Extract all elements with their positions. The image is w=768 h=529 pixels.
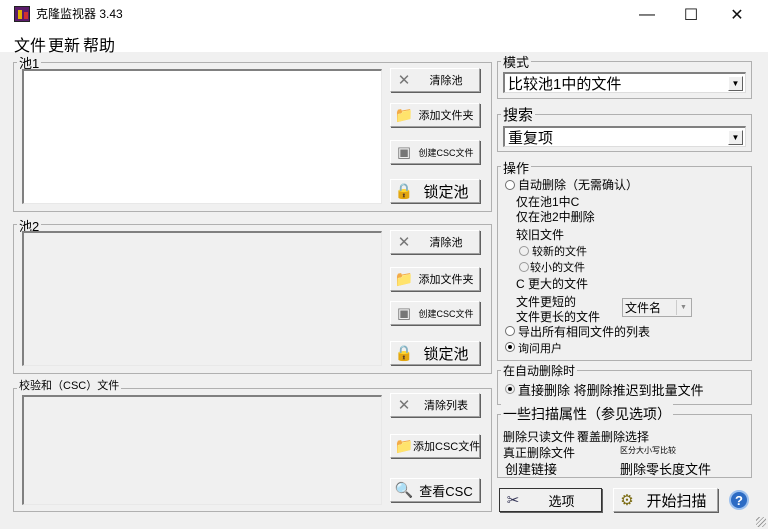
folder-icon: 📁	[394, 271, 414, 288]
pool2-add-folder-button[interactable]: 📁 添加文件夹	[390, 267, 480, 291]
only-delete-in-pool2-label: 仅在池2中删除	[516, 210, 595, 224]
lock-icon: 🔒	[394, 345, 414, 362]
add-csc-label: 添加CSC文件	[413, 441, 481, 453]
clear-icon: ✕	[397, 72, 411, 89]
pool2-lock-button[interactable]: 🔒 锁定池	[390, 341, 480, 365]
mode-label: 模式	[501, 52, 532, 71]
magnifier-icon: 🔍	[394, 482, 414, 499]
search-label: 搜索	[501, 104, 536, 125]
folder-icon: 📁	[394, 107, 414, 124]
operation-label: 操作	[501, 158, 532, 177]
search-select[interactable]: 重复项 ▼	[503, 126, 746, 147]
auto-delete-label: 自动删除（无需确认）	[518, 178, 639, 192]
direct-delete-radio[interactable]	[505, 384, 515, 394]
checksum-label: 校验和（CSC）文件	[17, 377, 122, 393]
create-links-label: 创建链接	[505, 462, 558, 477]
pool1-lock-button[interactable]: 🔒 锁定池	[390, 179, 480, 203]
older-files-label: 较旧文件	[516, 228, 565, 242]
app-logo-icon	[14, 6, 30, 22]
ask-user-radio[interactable]	[505, 342, 515, 352]
start-scan-label: 开始扫描	[646, 492, 707, 510]
newer-files-radio[interactable]	[519, 246, 529, 256]
case-sensitive-label: 区分大小写比较	[620, 446, 676, 455]
smaller-files-label: 较小的文件	[530, 262, 585, 274]
help-icon[interactable]: ?	[729, 490, 749, 510]
pool2-clear-button[interactable]: ✕ 清除池	[390, 230, 480, 254]
search-select-value: 重复项	[508, 129, 554, 147]
clear-icon: ✕	[397, 397, 411, 414]
delete-zero-length-label: 删除零长度文件	[620, 462, 712, 477]
pool1-clear-label: 清除池	[429, 75, 463, 87]
mode-select[interactable]: 比较池1中的文件 ▼	[503, 72, 746, 93]
window-title: 克隆监视器 3.43	[36, 7, 123, 21]
chevron-down-icon[interactable]: ▼	[676, 300, 690, 315]
options-label: 选项	[548, 493, 575, 509]
auto-delete-radio[interactable]	[505, 180, 515, 190]
maximize-button[interactable]: ☐	[668, 0, 714, 30]
clear-icon: ✕	[397, 234, 411, 251]
pool1-clear-button[interactable]: ✕ 清除池	[390, 68, 480, 92]
csc-file-icon: ▣	[396, 305, 412, 322]
newer-files-label: 较新的文件	[532, 246, 587, 258]
menu-bar	[0, 30, 768, 52]
pool1-lock-label: 锁定池	[423, 183, 469, 201]
clear-list-label: 清除列表	[424, 400, 468, 412]
pool1-create-csc-button[interactable]: ▣ 创建CSC文件	[390, 140, 480, 164]
export-list-label: 导出所有相同文件的列表	[518, 325, 651, 339]
pool2-add-folder-label: 添加文件夹	[418, 274, 474, 286]
direct-delete-label: 直接删除 将删除推迟到批量文件	[518, 383, 704, 398]
pool1-add-folder-button[interactable]: 📁 添加文件夹	[390, 103, 480, 127]
checksum-list[interactable]	[22, 395, 382, 505]
minimize-button[interactable]: —	[624, 0, 670, 30]
tools-icon: ✂	[506, 492, 520, 509]
overwrite-delete-label: 覆盖删除选择	[577, 430, 650, 444]
pool2-list[interactable]	[22, 231, 382, 366]
view-csc-label: 查看CSC	[419, 483, 473, 499]
lock-icon: 🔒	[394, 183, 414, 200]
close-button[interactable]: ✕	[714, 0, 760, 30]
ask-user-label: 询问用户	[518, 343, 562, 355]
folder-icon: 📁	[394, 438, 414, 455]
gear-icon: ⚙	[620, 492, 634, 509]
pool2-lock-label: 锁定池	[423, 345, 469, 363]
larger-files-label: C 更大的文件	[516, 277, 589, 291]
delete-readonly-label: 删除只读文件	[503, 430, 576, 444]
auto-delete-group-label: 在自动删除时	[501, 362, 578, 379]
options-button[interactable]: ✂ 选项	[499, 488, 602, 512]
chevron-down-icon[interactable]: ▼	[728, 130, 743, 145]
pool2-clear-label: 清除池	[429, 237, 463, 249]
mode-select-value: 比较池1中的文件	[508, 75, 622, 93]
pool1-add-folder-label: 添加文件夹	[418, 110, 474, 122]
pool2-create-csc-button[interactable]: ▣ 创建CSC文件	[390, 301, 480, 325]
view-csc-button[interactable]: 🔍 查看CSC	[390, 478, 480, 502]
csc-file-icon: ▣	[396, 144, 412, 161]
export-list-radio[interactable]	[505, 326, 515, 336]
add-csc-button[interactable]: 📁 添加CSC文件	[390, 434, 480, 458]
menu-update[interactable]: 更新	[48, 32, 80, 56]
name-compare-select[interactable]: 文件名 ▼	[622, 298, 692, 317]
scan-props-label: 一些扫描属性（参见选项）	[501, 404, 673, 424]
pool2-create-csc-label: 创建CSC文件	[418, 308, 474, 319]
clear-list-button[interactable]: ✕ 清除列表	[390, 393, 480, 417]
chevron-down-icon[interactable]: ▼	[728, 76, 743, 91]
pool1-create-csc-label: 创建CSC文件	[418, 147, 474, 158]
smaller-files-radio[interactable]	[519, 262, 529, 272]
start-scan-button[interactable]: ⚙ 开始扫描	[613, 488, 718, 512]
pool1-list[interactable]	[22, 69, 382, 204]
menu-help[interactable]: 帮助	[83, 32, 115, 56]
name-compare-value: 文件名	[625, 301, 662, 315]
resize-grip[interactable]	[756, 517, 766, 527]
